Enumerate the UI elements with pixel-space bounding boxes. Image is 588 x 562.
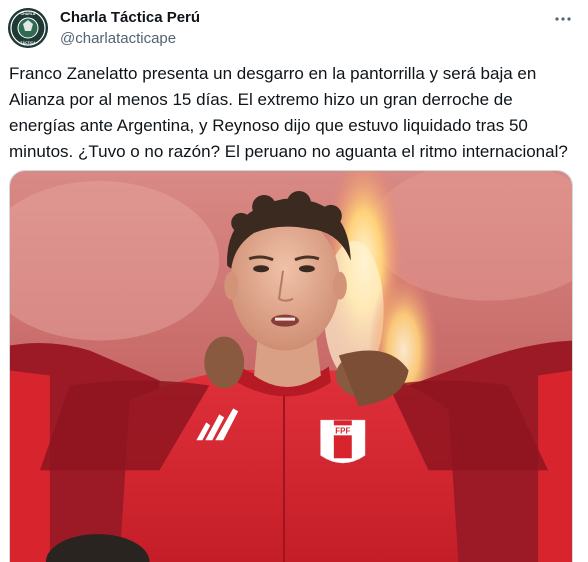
- tweet-text: Franco Zanelatto presenta un desgarro en…: [9, 64, 568, 161]
- crest-text: FPF: [335, 426, 350, 435]
- more-horizontal-icon: [555, 17, 571, 21]
- tweet-card[interactable]: CHARLA TÁCTICA Charla Táctica Perú @char…: [0, 0, 588, 562]
- charla-tactica-logo-icon: CHARLA TÁCTICA: [8, 8, 48, 48]
- author-display-name[interactable]: Charla Táctica Perú: [60, 9, 200, 27]
- svg-text:TÁCTICA: TÁCTICA: [20, 40, 36, 45]
- author-avatar[interactable]: CHARLA TÁCTICA: [8, 8, 48, 48]
- player-photo: FPF: [10, 171, 572, 562]
- author-handle[interactable]: @charlatacticape: [60, 30, 176, 48]
- tweet-media-photo[interactable]: FPF: [9, 170, 573, 562]
- fpf-crest-icon: FPF: [320, 419, 366, 464]
- svg-text:CHARLA: CHARLA: [21, 12, 36, 16]
- more-options-button[interactable]: [552, 8, 574, 30]
